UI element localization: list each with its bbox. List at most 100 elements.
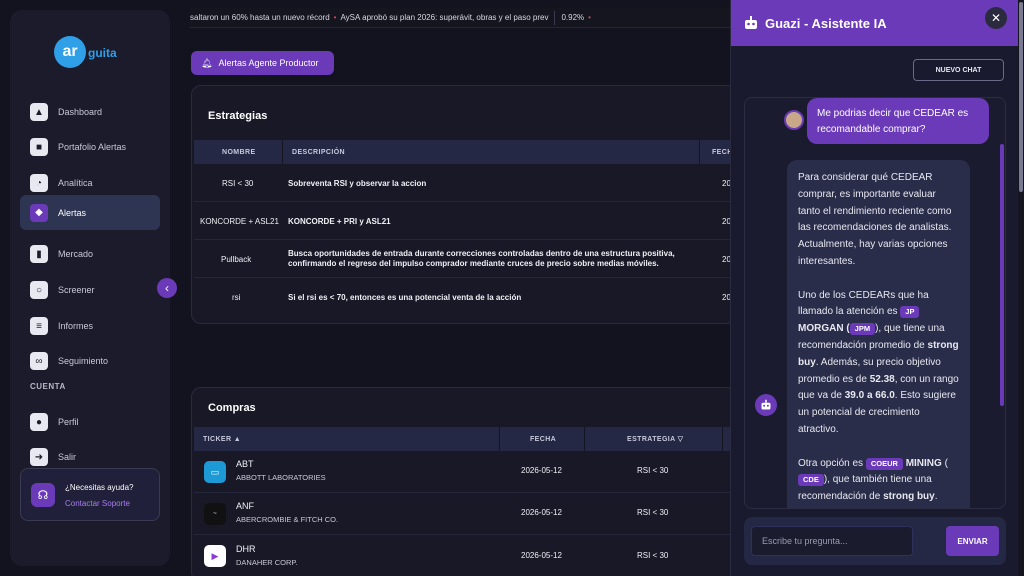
sidebar-item-seguimiento[interactable]: ∞ Seguimiento [20, 344, 160, 378]
sidebar-item-label: Alertas [58, 207, 87, 218]
bot-text: MINING [905, 457, 942, 469]
bar-chart-icon: ▮ [30, 245, 48, 263]
collapse-sidebar-button[interactable]: ‹ [157, 278, 177, 298]
ticker-chip[interactable]: COEUR [865, 457, 903, 470]
chat-title: Guazi - Asistente IA [765, 16, 887, 31]
sidebar-item-screener[interactable]: ○ Screener [20, 273, 160, 307]
sidebar-item-label: Screener [58, 285, 95, 295]
bot-text: . [934, 491, 938, 503]
strategy-description: KONCORDE + PRI y ASL21 [288, 217, 391, 226]
search-icon: ○ [30, 281, 48, 299]
headset-icon: ☊ [31, 483, 55, 507]
contact-support-link[interactable]: Contactar Soporte [65, 499, 130, 508]
ticker-dot-icon: • [333, 13, 337, 22]
table-row[interactable]: ▭ ABT ABBOTT LABORATORIES 2026-05-12 RSI… [194, 451, 735, 493]
strategy-name: RSI < 30 [222, 179, 254, 188]
sidebar-item-informes[interactable]: ≡ Informes [20, 309, 160, 343]
strategies-card: Estrategias NOMBRE DESCRIPCIÓN FECH RSI … [191, 85, 736, 324]
bot-text: 52.38 [869, 373, 895, 385]
bot-paragraph: Uno de los CEDEARs que ha llamado la ate… [798, 288, 959, 439]
purchase-date: 2026-05-12 [521, 551, 562, 560]
news-ticker: saltaron un 60% hasta un nuevo récord • … [190, 8, 730, 28]
table-row[interactable]: rsi Si el rsi es < 70, entonces es una p… [194, 278, 735, 316]
ticker-dot-icon: • [588, 13, 591, 22]
sidebar-item-mercado[interactable]: ▮ Mercado [20, 237, 160, 271]
bot-text: MORGAN ( [798, 323, 850, 335]
ticker-chip[interactable]: JP [900, 306, 920, 319]
sidebar-item-label: Perfil [58, 417, 79, 427]
user-avatar [784, 110, 804, 130]
column-header-estrategia[interactable]: ESTRATEGIA ▽ [627, 427, 683, 451]
table-row[interactable]: Pullback Busca oportunidades de entrada … [194, 240, 735, 278]
purchase-strategy: RSI < 30 [637, 508, 669, 517]
company-name: DANAHER CORP. [236, 558, 298, 567]
strategy-name: rsi [232, 293, 241, 302]
column-divider [699, 140, 700, 164]
chat-question-input[interactable] [751, 526, 913, 556]
ticker-chip[interactable]: CDE [798, 474, 824, 487]
sidebar-item-label: Mercado [58, 249, 94, 259]
sidebar-item-perfil[interactable]: ● Perfil [20, 405, 160, 439]
logo-text: guita [88, 46, 117, 60]
column-divider [584, 427, 585, 451]
column-divider [499, 427, 500, 451]
alertas-agente-button[interactable]: 🔔︎ Alertas Agente Productor [191, 51, 334, 75]
close-icon[interactable]: ✕ [985, 7, 1007, 29]
ticker-text: AySA aprobó su plan 2026: superávit, obr… [340, 13, 549, 22]
logo-mark: ar [54, 36, 86, 68]
chat-header: Guazi - Asistente IA ✕ [731, 0, 1019, 46]
purchase-strategy: RSI < 30 [637, 551, 669, 560]
sidebar-item-dashboard[interactable]: ▲ Dashboard [20, 95, 160, 129]
ticker-divider [554, 10, 556, 25]
sidebar-item-label: Portafolio Alertas [58, 142, 127, 152]
purchase-date: 2026-05-12 [521, 466, 562, 475]
ticker-text: saltaron un 60% hasta un nuevo récord [190, 13, 330, 22]
robot-icon [743, 15, 759, 31]
bot-message: Para considerar qué CEDEAR comprar, es i… [787, 160, 970, 508]
user-icon: ● [30, 413, 48, 431]
strategy-name: Pullback [221, 255, 252, 264]
bot-text: ( [944, 457, 948, 469]
column-header-ticker[interactable]: TICKER ▲ [203, 427, 241, 451]
bot-avatar-icon [755, 394, 777, 416]
page-scrollbar[interactable] [1018, 0, 1024, 576]
strategy-description: Busca oportunidades de entrada durante c… [288, 249, 675, 268]
new-chat-button[interactable]: NUEVO CHAT [913, 59, 1004, 81]
bell-icon: ◆ [30, 203, 48, 222]
binoculars-icon: ∞ [30, 352, 48, 370]
table-row[interactable]: RSI < 30 Sobreventa RSI y observar la ac… [194, 164, 735, 202]
purchases-title: Compras [208, 402, 256, 414]
bot-text: 39.0 a 66.0 [844, 390, 895, 402]
bot-text: strong buy [883, 491, 935, 503]
chat-input-area: ENVIAR [744, 517, 1006, 565]
strategies-title: Estrategias [208, 110, 268, 122]
strategy-name: KONCORDE + ASL21 [200, 217, 279, 226]
logout-icon: ➜ [30, 448, 48, 466]
bot-paragraph: Para considerar qué CEDEAR comprar, es i… [798, 172, 952, 267]
help-box: ☊ ¿Necesitas ayuda? Contactar Soporte [20, 468, 160, 521]
chat-scrollbar[interactable] [1000, 144, 1004, 406]
sidebar-item-alertas[interactable]: ◆ Alertas [20, 195, 160, 230]
sidebar-item-portafolio[interactable]: ■ Portafolio Alertas [20, 130, 160, 164]
page-scrollbar-thumb[interactable] [1019, 2, 1023, 192]
column-divider [282, 140, 283, 164]
sidebar-item-label: Salir [58, 452, 77, 462]
column-header-nombre[interactable]: NOMBRE [222, 140, 256, 164]
column-header-fecha[interactable]: FECHA [530, 427, 556, 451]
chat-messages[interactable]: Me podrias decir que CEDEAR es recomanda… [744, 97, 1006, 509]
sidebar-item-label: Informes [58, 321, 94, 331]
sidebar-item-label: Dashboard [58, 107, 103, 117]
bell-icon: 🔔︎ [201, 57, 213, 68]
table-row[interactable]: ▶ DHR DANAHER CORP. 2026-05-12 RSI < 30 [194, 535, 735, 576]
table-row[interactable]: ~ ANF ABERCROMBIE & FITCH CO. 2026-05-12… [194, 493, 735, 535]
user-message: Me podrias decir que CEDEAR es recomanda… [807, 98, 989, 144]
column-header-descripcion[interactable]: DESCRIPCIÓN [292, 140, 345, 164]
ticker-symbol: ANF [236, 501, 254, 511]
purchase-strategy: RSI < 30 [637, 466, 669, 475]
company-logo-icon: ~ [204, 503, 226, 525]
table-row[interactable]: KONCORDE + ASL21 KONCORDE + PRI y ASL21 … [194, 202, 735, 240]
ticker-chip[interactable]: JPM [849, 323, 876, 336]
brand-logo[interactable]: ar guita [54, 36, 134, 68]
chart-icon: ▲ [30, 103, 48, 121]
send-button[interactable]: ENVIAR [946, 526, 999, 556]
